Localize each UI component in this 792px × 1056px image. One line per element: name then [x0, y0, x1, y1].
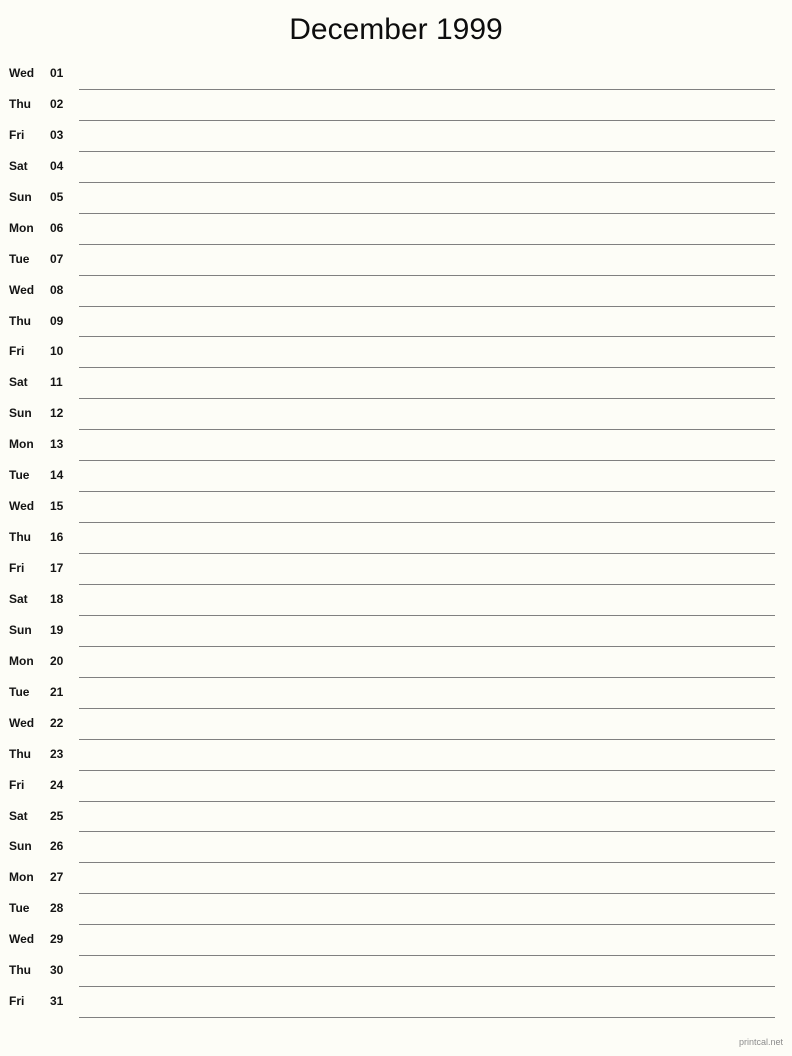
page-title: December 1999	[289, 13, 503, 46]
calendar-day-row[interactable]: Fri 31	[0, 987, 792, 1019]
day-weekday-label: Sun	[9, 622, 32, 637]
day-date-number: 18	[50, 591, 64, 606]
day-weekday-label: Mon	[9, 437, 34, 452]
day-weekday-label: Mon	[9, 870, 34, 885]
calendar-day-row[interactable]: Tue 28	[0, 894, 792, 926]
day-date-number: 22	[50, 715, 64, 730]
day-date-number: 12	[50, 406, 64, 421]
day-weekday-label: Thu	[9, 313, 31, 328]
calendar-day-row[interactable]: Sun 19	[0, 616, 792, 647]
day-date-number: 14	[50, 468, 64, 483]
calendar-day-row[interactable]: Mon 20	[0, 647, 792, 678]
calendar-day-row[interactable]: Wed 15	[0, 492, 792, 524]
day-date-number: 05	[50, 189, 64, 204]
day-weekday-label: Thu	[9, 746, 31, 761]
calendar-day-row[interactable]: Wed 22	[0, 709, 792, 740]
day-weekday-label: Wed	[9, 66, 35, 80]
day-date-number: 26	[50, 839, 64, 854]
footer-credit: printcal.net	[738, 1037, 783, 1047]
day-weekday-label: Thu	[9, 96, 31, 111]
day-date-number: 13	[50, 437, 64, 452]
calendar-day-row[interactable]: Tue 21	[0, 678, 792, 709]
day-date-number: 17	[50, 561, 64, 575]
calendar-day-row[interactable]: Fri 24	[0, 771, 792, 802]
day-weekday-label: Tue	[9, 468, 30, 483]
day-weekday-label: Mon	[9, 653, 34, 668]
day-weekday-label: Fri	[9, 127, 25, 142]
day-weekday-label: Tue	[9, 901, 30, 916]
day-date-number: 10	[50, 344, 64, 359]
day-weekday-label: Tue	[9, 251, 30, 266]
calendar-day-row[interactable]: Wed 29	[0, 925, 792, 957]
calendar-day-row[interactable]: Sun 12	[0, 399, 792, 431]
day-date-number: 23	[50, 746, 64, 761]
day-weekday-label: Sun	[9, 189, 32, 204]
calendar-day-row[interactable]: Thu 16	[0, 523, 792, 554]
day-note-writing-line[interactable]	[79, 1017, 775, 1019]
day-weekday-label: Wed	[9, 499, 35, 514]
day-date-number: 03	[50, 127, 64, 142]
day-date-number: 21	[50, 684, 64, 699]
day-weekday-label: Sun	[9, 406, 32, 421]
day-date-number: 09	[50, 313, 64, 328]
day-date-number: 30	[50, 963, 64, 978]
day-date-number: 31	[50, 994, 64, 1009]
calendar-day-row[interactable]: Thu 30	[0, 956, 792, 988]
day-weekday-label: Fri	[9, 777, 25, 792]
day-weekday-label: Fri	[9, 344, 25, 359]
calendar-day-row[interactable]: Wed 01	[0, 59, 792, 90]
day-weekday-label: Sat	[9, 375, 28, 390]
calendar-day-row[interactable]: Thu 02	[0, 90, 792, 121]
day-weekday-label: Tue	[9, 684, 30, 699]
day-weekday-label: Mon	[9, 220, 34, 235]
calendar-day-row[interactable]: Wed 08	[0, 276, 792, 307]
day-date-number: 08	[50, 282, 64, 297]
day-weekday-label: Sat	[9, 591, 28, 606]
calendar-day-row[interactable]: Sat 11	[0, 368, 792, 400]
day-weekday-label: Wed	[9, 282, 35, 297]
day-date-number: 16	[50, 530, 64, 545]
calendar-day-row[interactable]: Thu 23	[0, 740, 792, 771]
day-weekday-label: Sun	[9, 839, 32, 854]
calendar-day-row[interactable]: Tue 07	[0, 245, 792, 276]
calendar-day-row[interactable]: Mon 13	[0, 430, 792, 462]
calendar-day-row[interactable]: Fri 10	[0, 337, 792, 369]
calendar-day-row[interactable]: Fri 17	[0, 554, 792, 585]
calendar-day-row[interactable]: Mon 27	[0, 863, 792, 895]
day-weekday-label: Wed	[9, 932, 35, 947]
day-weekday-label: Fri	[9, 561, 25, 575]
day-weekday-label: Thu	[9, 963, 31, 978]
day-date-number: 07	[50, 251, 64, 266]
calendar-day-row[interactable]: Sat 18	[0, 585, 792, 616]
day-date-number: 04	[50, 158, 64, 173]
day-date-number: 06	[50, 220, 64, 235]
day-date-number: 20	[50, 653, 64, 668]
day-date-number: 29	[50, 932, 64, 947]
calendar-day-row[interactable]: Mon 06	[0, 214, 792, 245]
calendar-day-list: Wed 01 Thu 02 Fri 03 Sat 04 Sun 05 Mon 06 Tue 07 Wed 08…	[0, 59, 792, 1019]
day-weekday-label: Sat	[9, 158, 28, 173]
day-date-number: 01	[50, 66, 64, 80]
day-date-number: 19	[50, 622, 64, 637]
day-date-number: 15	[50, 499, 64, 514]
day-weekday-label: Sat	[9, 808, 28, 823]
calendar-day-row[interactable]: Fri 03	[0, 121, 792, 152]
calendar-day-row[interactable]: Tue 14	[0, 461, 792, 493]
day-weekday-label: Wed	[9, 715, 35, 730]
day-date-number: 28	[50, 901, 64, 916]
day-date-number: 25	[50, 808, 64, 823]
day-weekday-label: Fri	[9, 994, 25, 1009]
calendar-day-row[interactable]: Sun 26	[0, 832, 792, 864]
day-weekday-label: Thu	[9, 530, 31, 545]
day-date-number: 24	[50, 777, 64, 792]
calendar-day-row[interactable]: Thu 09	[0, 307, 792, 338]
calendar-page: December 1999 Wed 01 Thu 02 Fri 03 Sat 04 Sun 05 M…	[0, 0, 792, 1056]
day-date-number: 02	[50, 96, 64, 111]
day-date-number: 11	[50, 375, 63, 390]
day-date-number: 27	[50, 870, 64, 885]
calendar-day-row[interactable]: Sun 05	[0, 183, 792, 214]
calendar-day-row[interactable]: Sat 25	[0, 802, 792, 833]
calendar-day-row[interactable]: Sat 04	[0, 152, 792, 183]
